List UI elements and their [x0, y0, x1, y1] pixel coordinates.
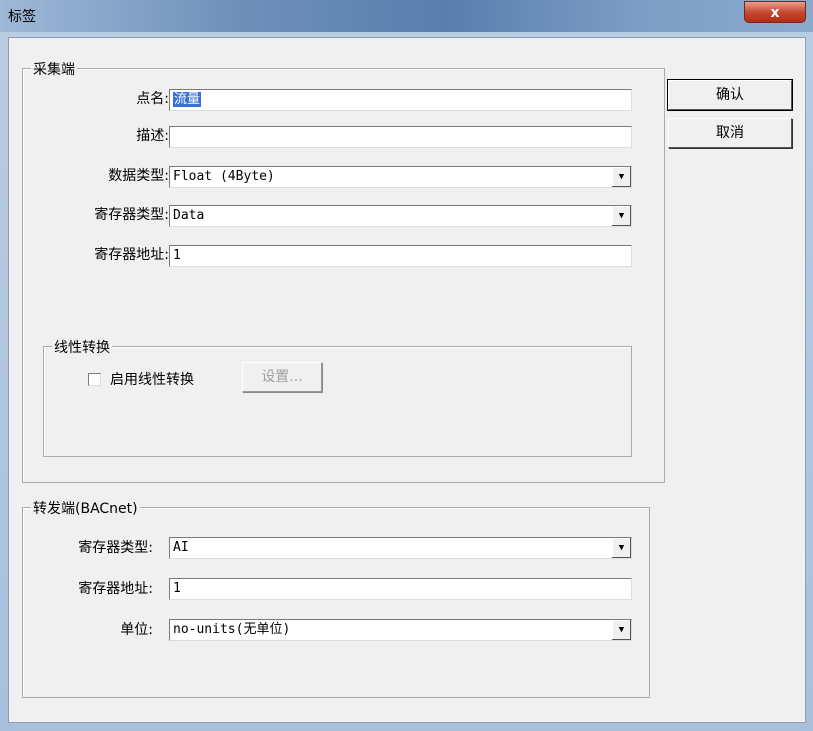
register-type-select[interactable]: Data ▼	[169, 205, 632, 227]
register-address-input[interactable]: 1	[169, 245, 632, 267]
data-type-label: 数据类型:	[108, 168, 169, 184]
collector-group: 采集端 点名: 流量 描述: 数据类型: Float (4Byte) ▼ 寄存器…	[22, 59, 665, 483]
dialog-window: 标签 x 采集端 点名: 流量 描述: 数据类型: Float (4Byte) …	[0, 0, 813, 731]
data-type-value: Float (4Byte)	[173, 169, 275, 184]
collector-group-label: 采集端	[31, 59, 77, 79]
enable-linear-checkbox[interactable]	[88, 373, 101, 386]
register-address-label: 寄存器地址:	[94, 247, 169, 263]
point-name-input[interactable]: 流量	[169, 89, 632, 111]
linear-settings-button: 设置...	[242, 362, 322, 392]
linear-conversion-group: 线性转换 启用线性转换 设置...	[43, 337, 632, 457]
chevron-down-icon[interactable]: ▼	[611, 167, 631, 187]
register-type-label: 寄存器类型:	[94, 207, 169, 223]
forwarder-register-type-value: AI	[173, 540, 189, 555]
unit-label: 单位:	[120, 622, 153, 638]
point-name-value: 流量	[173, 92, 202, 107]
forwarder-register-address-input[interactable]: 1	[169, 578, 632, 600]
unit-select[interactable]: no-units(无单位) ▼	[169, 619, 632, 641]
description-label: 描述:	[136, 128, 169, 144]
window-title: 标签	[8, 9, 36, 25]
close-icon: x	[770, 5, 780, 21]
forwarder-group: 转发端(BACnet) 寄存器类型: AI ▼ 寄存器地址: 1 单位: no-…	[22, 498, 650, 698]
forwarder-register-type-label: 寄存器类型:	[78, 540, 153, 556]
chevron-down-icon[interactable]: ▼	[611, 538, 631, 558]
forwarder-group-label: 转发端(BACnet)	[31, 498, 140, 518]
ok-button[interactable]: 确认	[667, 79, 793, 111]
chevron-down-icon[interactable]: ▼	[611, 620, 631, 640]
data-type-select[interactable]: Float (4Byte) ▼	[169, 166, 632, 188]
linear-conversion-group-label: 线性转换	[52, 337, 112, 357]
unit-value: no-units(无单位)	[173, 622, 291, 637]
close-button[interactable]: x	[744, 1, 806, 23]
register-type-value: Data	[173, 208, 205, 223]
description-input[interactable]	[169, 126, 632, 148]
title-bar[interactable]: 标签 x	[0, 0, 813, 32]
forwarder-register-address-label: 寄存器地址:	[78, 581, 153, 597]
forwarder-register-type-select[interactable]: AI ▼	[169, 537, 632, 559]
cancel-button[interactable]: 取消	[668, 118, 792, 148]
dialog-client-area: 采集端 点名: 流量 描述: 数据类型: Float (4Byte) ▼ 寄存器…	[8, 37, 806, 723]
chevron-down-icon[interactable]: ▼	[611, 206, 631, 226]
point-name-label: 点名:	[136, 91, 169, 107]
enable-linear-label[interactable]: 启用线性转换	[110, 369, 194, 389]
